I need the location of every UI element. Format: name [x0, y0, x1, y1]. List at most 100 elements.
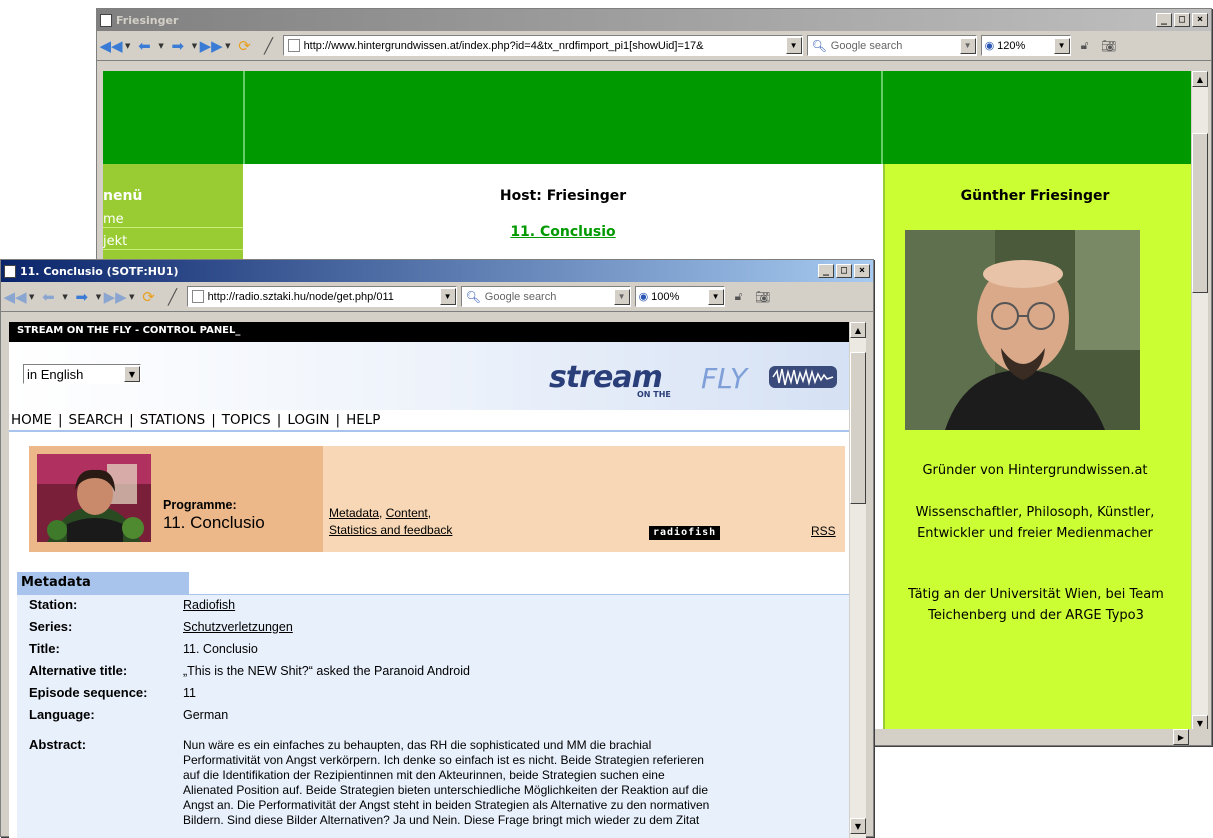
header-divider	[881, 71, 883, 164]
metadata-link[interactable]: Metadata	[329, 506, 379, 520]
address-text: http://www.hintergrundwissen.at/index.ph…	[303, 39, 704, 52]
bio-line-3: Tätig an der Universität Wien, bei Team …	[908, 587, 1164, 623]
station-logo: radiofish	[649, 526, 721, 540]
rss-link[interactable]: RSS	[811, 524, 836, 538]
forward-arrow-icon[interactable]: ➡	[72, 287, 92, 307]
header-band	[103, 71, 1191, 164]
address-bar[interactable]: http://radio.sztaki.hu/node/get.php/011 …	[186, 286, 457, 307]
chevron-down-icon[interactable]: ▼	[785, 37, 802, 54]
front-window-toolbar: ◀◀ ▼ ⬅ ▼ ➡ ▼ ▶▶ ▼ ⟳ ╱ http://radio.sztaki.hu…	[1, 282, 873, 312]
metadata-value: German	[183, 708, 229, 722]
scroll-down-icon[interactable]: ▼	[850, 818, 866, 834]
control-panel-header: STREAM ON THE FLY - CONTROL PANEL_	[9, 322, 849, 342]
rewind-icon[interactable]: ◀◀	[3, 287, 26, 307]
page-icon	[100, 13, 112, 27]
back-window-titlebar[interactable]: Friesinger _ □ ×	[97, 9, 1211, 31]
menu-item-home[interactable]: me	[103, 212, 243, 228]
eye-icon: ◉	[638, 291, 649, 303]
back-arrow-icon[interactable]: ⬅	[38, 287, 58, 307]
front-vertical-scrollbar[interactable]: ▲ ▼	[849, 322, 866, 838]
bio-line-1: Gründer von Hintergrundwissen.at	[922, 463, 1148, 478]
chevron-down-icon[interactable]: ▼	[124, 366, 140, 382]
metadata-value: 11. Conclusio	[183, 642, 258, 656]
chevron-down-icon[interactable]: ▼	[439, 288, 456, 305]
abstract-line: Nun wäre es ein einfaches zu behaupten, …	[183, 738, 652, 752]
metadata-label: Title:	[29, 641, 60, 656]
metadata-label: Series:	[29, 619, 73, 634]
maximize-button[interactable]: □	[1174, 13, 1190, 27]
nav-search[interactable]: SEARCH	[69, 412, 124, 428]
scroll-up-icon[interactable]: ▲	[850, 322, 866, 338]
metadata-label: Language:	[29, 707, 95, 722]
portrait-svg	[905, 230, 1140, 430]
abstract-line: Performativität von Angst verkörpern. Ic…	[183, 753, 704, 767]
chevron-down-icon[interactable]: ▼	[613, 288, 630, 305]
back-vertical-scrollbar[interactable]: ▲ ▼	[1191, 71, 1208, 731]
back-window-title: Friesinger	[116, 13, 179, 27]
abstract-line: Alienated Position auf. Beide Strategien…	[183, 783, 708, 797]
chevron-down-icon[interactable]: ▼	[959, 37, 976, 54]
metadata-value-link[interactable]: Schutzverletzungen	[183, 620, 293, 634]
address-text: http://radio.sztaki.hu/node/get.php/011	[207, 290, 394, 303]
back-horizontal-scrollbar[interactable]: ▶	[875, 729, 1208, 745]
camera-icon[interactable]: 📷︎	[1099, 36, 1119, 56]
search-input[interactable]: 🔍︎ Google search ▼	[460, 286, 631, 307]
fast-forward-icon[interactable]: ▶▶	[200, 36, 223, 56]
stream-on-the-fly-logo: stream ON THE FLY	[549, 360, 839, 399]
close-button[interactable]: ×	[854, 264, 870, 278]
scroll-thumb[interactable]	[850, 352, 866, 504]
search-icon: 🔍︎	[811, 38, 827, 53]
statistics-link[interactable]: Statistics and feedback	[329, 523, 452, 537]
fast-forward-icon[interactable]: ▶▶	[104, 287, 127, 307]
front-window-titlebar[interactable]: 11. Conclusio (SOTF:HU1) _ □ ×	[1, 260, 873, 282]
maximize-button[interactable]: □	[836, 264, 852, 278]
portrait-photo	[905, 230, 1140, 430]
content-link[interactable]: Content	[386, 506, 428, 520]
back-arrow-icon[interactable]: ⬅	[134, 36, 154, 56]
header-divider	[243, 71, 245, 164]
metadata-value-link[interactable]: Radiofish	[183, 598, 235, 612]
episode-link[interactable]: 11. Conclusio	[245, 224, 881, 240]
page-icon	[191, 290, 204, 303]
scroll-thumb[interactable]	[1192, 133, 1208, 293]
close-button[interactable]: ×	[1192, 13, 1208, 27]
lock-icon[interactable]: 🔓︎	[729, 287, 749, 307]
language-select[interactable]: in English ▼	[23, 364, 141, 384]
minimize-button[interactable]: _	[1156, 13, 1172, 27]
nav-help[interactable]: HELP	[346, 412, 380, 428]
control-panel-title: STREAM ON THE FLY - CONTROL PANEL_	[17, 325, 241, 336]
nav-topics[interactable]: TOPICS	[222, 412, 271, 428]
menu-item-projekt[interactable]: jekt	[103, 234, 243, 250]
metadata-panel: Station: Radiofish Series: Schutzverletzung…	[17, 594, 849, 838]
zoom-select[interactable]: ◉ 120% ▼	[980, 35, 1071, 56]
waveform-logo	[769, 366, 837, 388]
abstract-text: Nun wäre es ein einfaches zu behaupten, …	[183, 738, 843, 828]
host-label: Host: Friesinger	[499, 188, 627, 204]
metadata-label: Alternative title:	[29, 663, 128, 678]
zoom-select[interactable]: ◉ 100% ▼	[634, 286, 725, 307]
profile-sidebar: Günther Friesinger Gründer von Hintergru…	[883, 164, 1191, 739]
metadata-tab[interactable]: Metadata	[17, 572, 189, 594]
back-window-toolbar: ◀◀ ▼ ⬅ ▼ ➡ ▼ ▶▶ ▼ ⟳ ╱ http://www.hintergrund…	[97, 31, 1211, 61]
reload-icon[interactable]: ⟳	[235, 36, 255, 56]
forward-arrow-icon[interactable]: ➡	[168, 36, 188, 56]
nav-home[interactable]: HOME	[11, 412, 52, 428]
reload-icon[interactable]: ⟳	[139, 287, 159, 307]
rewind-icon[interactable]: ◀◀	[99, 36, 122, 56]
programme-photo	[37, 454, 151, 542]
main-nav: HOME | SEARCH | STATIONS | TOPICS | LOGIN | H…	[9, 410, 849, 432]
address-bar[interactable]: http://www.hintergrundwissen.at/index.ph…	[282, 35, 803, 56]
lock-icon[interactable]: 🔓︎	[1075, 36, 1095, 56]
stop-icon[interactable]: ╱	[259, 36, 279, 56]
nav-login[interactable]: LOGIN	[287, 412, 329, 428]
minimize-button[interactable]: _	[818, 264, 834, 278]
search-input[interactable]: 🔍︎ Google search ▼	[806, 35, 977, 56]
chevron-down-icon[interactable]: ▼	[707, 288, 724, 305]
stop-icon[interactable]: ╱	[163, 287, 183, 307]
scroll-right-icon[interactable]: ▶	[1173, 729, 1189, 745]
scroll-up-icon[interactable]: ▲	[1192, 71, 1208, 87]
camera-icon[interactable]: 📷︎	[753, 287, 773, 307]
bio-line-2: Wissenschaftler, Philosoph, Künstler, En…	[915, 505, 1155, 541]
chevron-down-icon[interactable]: ▼	[1053, 37, 1070, 54]
nav-stations[interactable]: STATIONS	[140, 412, 205, 428]
